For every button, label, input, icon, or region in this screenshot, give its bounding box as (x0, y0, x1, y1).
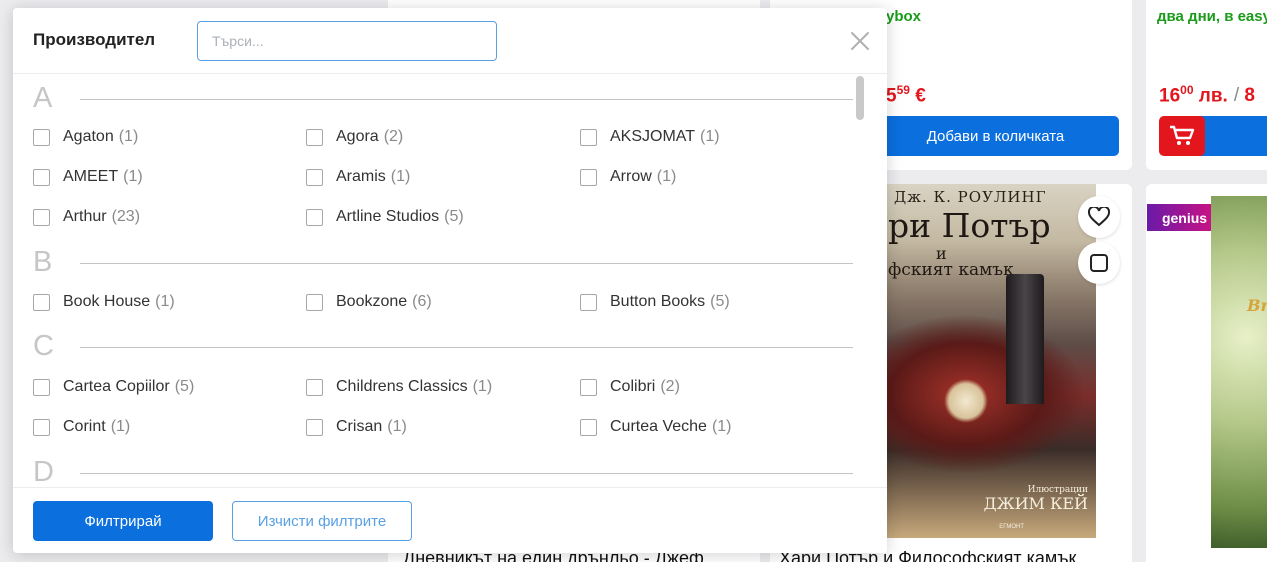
manufacturer-option[interactable]: Agora (2) (306, 126, 403, 148)
group-letter: B (33, 246, 53, 278)
checkbox[interactable] (306, 168, 323, 186)
checkbox[interactable] (306, 418, 323, 436)
manufacturer-option[interactable]: Button Books (5) (580, 291, 730, 313)
manufacturer-option[interactable]: AKSJOMAT (1) (580, 126, 720, 148)
heart-icon (1088, 207, 1110, 227)
manufacturer-option[interactable]: Corint (1) (33, 416, 130, 438)
manufacturer-option[interactable]: Curtea Veche (1) (580, 416, 732, 438)
checkbox[interactable] (33, 168, 50, 186)
manufacturer-option[interactable]: Bookzone (6) (306, 291, 432, 313)
manufacturer-option[interactable]: Colibri (2) (580, 376, 680, 398)
manufacturer-option[interactable]: Arthur (23) (33, 206, 140, 228)
checkbox[interactable] (580, 418, 597, 436)
close-button[interactable] (849, 30, 871, 52)
manufacturer-option[interactable]: Childrens Classics (1) (306, 376, 492, 398)
checkbox[interactable] (306, 208, 323, 226)
compare-icon (1090, 254, 1108, 272)
checkbox[interactable] (580, 378, 597, 396)
clear-filters-button[interactable]: Изчисти филтрите (232, 501, 412, 541)
letter-group-header: A (33, 82, 853, 114)
group-letter: A (33, 82, 53, 114)
manufacturer-option[interactable]: AMEET (1) (33, 166, 143, 188)
divider (80, 347, 853, 348)
divider (80, 99, 853, 100)
compare-button[interactable] (1078, 242, 1120, 284)
cart-icon[interactable] (1159, 116, 1205, 156)
divider (80, 263, 853, 264)
divider (80, 473, 853, 474)
modal-title: Производител (33, 30, 156, 49)
manufacturer-option[interactable]: Agaton (1) (33, 126, 138, 148)
letter-group-header: B (33, 246, 853, 278)
add-to-cart-button[interactable]: Добави в количката (872, 116, 1119, 156)
manufacturer-filter-modal: Производител A Agaton(1) Agora(2) AKSJOM… (13, 8, 887, 553)
checkbox[interactable] (580, 168, 597, 186)
checkbox[interactable] (33, 293, 50, 311)
scrollbar[interactable] (856, 76, 864, 120)
wishlist-button[interactable] (1078, 196, 1120, 238)
checkbox[interactable] (306, 293, 323, 311)
group-letter: D (33, 456, 54, 487)
letter-group-header: C (33, 330, 853, 362)
manufacturer-option[interactable]: Arrow (1) (580, 166, 676, 188)
filter-button[interactable]: Филтрирай (33, 501, 213, 541)
book-cover-image[interactable]: Br (1211, 196, 1267, 548)
price: 1600 лв./ 8 (1159, 83, 1255, 107)
manufacturer-list: A Agaton (1) Agora (2) AKSJOMAT (1) AMEET (1… (13, 74, 887, 487)
delivery-text: два дни, в easy (1157, 8, 1267, 25)
checkbox[interactable] (33, 208, 50, 226)
manufacturer-option[interactable]: Book House (1) (33, 291, 175, 313)
modal-header: Производител (13, 8, 887, 74)
checkbox[interactable] (306, 378, 323, 396)
checkbox[interactable] (33, 418, 50, 436)
checkbox[interactable] (580, 128, 597, 146)
search-input[interactable] (197, 21, 497, 61)
manufacturer-option[interactable]: Aramis (1) (306, 166, 410, 188)
manufacturer-option[interactable]: Cartea Copiilor (5) (33, 376, 194, 398)
add-to-cart-button[interactable] (1195, 116, 1267, 156)
checkbox[interactable] (306, 128, 323, 146)
group-letter: C (33, 330, 54, 362)
close-icon (851, 32, 869, 50)
checkbox[interactable] (580, 293, 597, 311)
checkbox[interactable] (33, 128, 50, 146)
checkbox[interactable] (33, 378, 50, 396)
delivery-text: ybox (886, 8, 922, 25)
modal-footer: Филтрирай Изчисти филтрите (13, 487, 887, 553)
letter-group-header: D (33, 456, 853, 487)
book-cover-image[interactable]: Дж. К. РОУЛИНГ ри Потър и фският камък И… (886, 184, 1096, 538)
manufacturer-option[interactable]: Artline Studios (5) (306, 206, 464, 228)
price: 559 € (886, 83, 926, 107)
manufacturer-option[interactable]: Crisan (1) (306, 416, 407, 438)
